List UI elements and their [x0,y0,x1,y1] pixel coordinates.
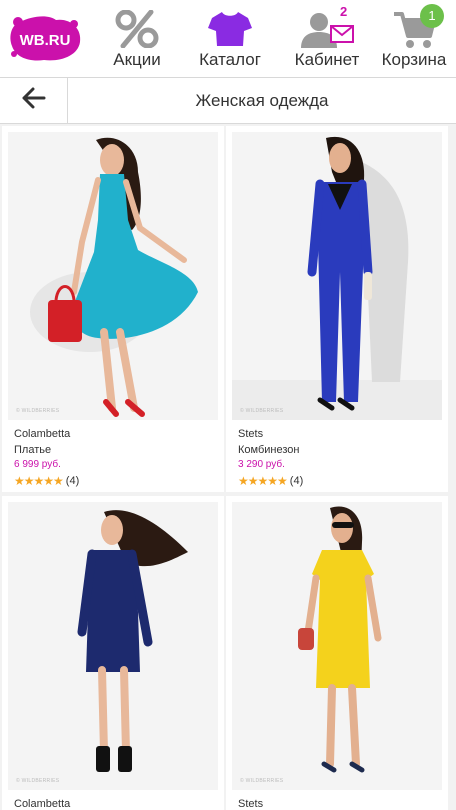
product-brand: Colambetta [14,428,71,440]
nav-label-catalog: Каталог [199,50,261,69]
product-rating: ★★★★★ (4) [238,474,303,488]
page-title: Женская одежда [195,91,329,110]
nav-item-promo[interactable]: Акции [98,4,176,74]
product-photo[interactable]: © WILDBERRIES [8,132,218,420]
tshirt-icon [208,10,252,53]
product-card[interactable]: © WILDBERRIES Colambetta [2,496,224,810]
wb-logo[interactable]: WB.RU [8,14,82,64]
product-rating: ★★★★★ (4) [14,474,79,488]
product-brand: Stets [238,798,264,810]
logo-text: WB.RU [20,32,71,49]
product-grid: © WILDBERRIES Colambetta Платье 6 999 ру… [0,124,456,810]
nav-label-cabinet: Кабинет [294,50,360,69]
product-photo[interactable]: © WILDBERRIES [232,132,442,420]
category-header: Женская одежда [0,78,456,124]
watermark: © WILDBERRIES [240,408,284,414]
watermark: © WILDBERRIES [16,778,60,784]
nav-label-cart: Корзина [381,50,447,69]
arrow-left-icon [22,87,46,114]
product-name: Комбинезон [238,444,300,456]
nav-item-cabinet[interactable]: 2 Кабинет [282,4,372,74]
nav-item-cart[interactable]: 1 Корзина [372,4,456,74]
product-brand: Colambetta [14,798,71,810]
star-rating-icon: ★★★★★ [14,474,64,488]
review-count: (4) [289,475,304,487]
percent-icon [115,9,159,53]
back-button[interactable] [0,78,68,123]
product-name: Платье [14,444,52,456]
watermark: © WILDBERRIES [240,778,284,784]
messages-badge: 2 [340,4,348,19]
product-price: 6 999 руб. [14,459,61,470]
product-photo[interactable]: © WILDBERRIES [8,502,218,790]
watermark: © WILDBERRIES [16,408,60,414]
product-card[interactable]: © WILDBERRIES Stets [226,496,448,810]
product-brand: Stets [238,428,264,440]
nav-item-catalog[interactable]: Каталог [188,4,272,74]
cart-count-badge: 1 [420,4,444,28]
review-count: (4) [65,475,80,487]
product-card[interactable]: © WILDBERRIES Colambetta Платье 6 999 ру… [2,126,224,492]
nav-label-promo: Акции [113,50,161,69]
product-card[interactable]: © WILDBERRIES Stets Комбинезон 3 290 руб… [226,126,448,492]
top-navigation: WB.RU Акции Каталог 2 Кабинет 1 Корзина [0,0,456,78]
star-rating-icon: ★★★★★ [238,474,288,488]
product-photo[interactable]: © WILDBERRIES [232,502,442,790]
product-price: 3 290 руб. [238,459,285,470]
